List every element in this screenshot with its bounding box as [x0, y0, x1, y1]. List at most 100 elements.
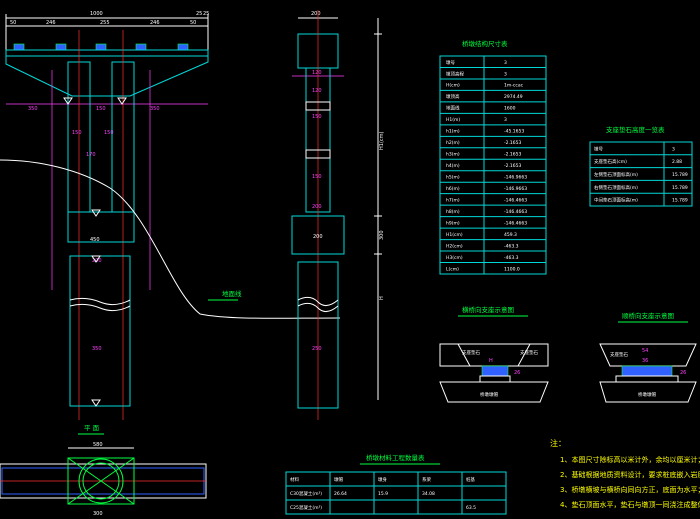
bearing-a-left-label: 支座垫石	[462, 349, 480, 356]
main-table-cell-value: 1100.0	[504, 266, 520, 272]
main-table-cell-label: h6(m)	[446, 186, 460, 192]
main-table-cell-value: -45.1653	[504, 129, 524, 135]
support-table: 支座垫石高度一览表 墩号 3 支座垫石高(cm) 2.88 左侧垫石顶面标高(m) 15.…	[589, 125, 693, 207]
main-table-cell-value: 2974.49	[504, 94, 523, 100]
dim-side-cap: 120	[312, 70, 322, 76]
main-table-cell-value: 1m-ccac	[504, 83, 524, 89]
dim-mid-3: 170	[86, 152, 96, 158]
bearing-b-dim-3: 26	[680, 370, 686, 376]
main-table-cell-value: 3	[504, 71, 507, 77]
main-table-cell-value: -146.4663	[504, 209, 527, 215]
dim-side-vert-2: 300	[379, 230, 385, 240]
main-table-cell-label: 墩号	[446, 59, 455, 66]
dim-elev-top-total: 1000	[90, 11, 103, 17]
main-table-cell-label: h5(m)	[446, 175, 460, 181]
dim-side-inner-1: 120	[312, 88, 322, 94]
plan-view: 平 面 580 300	[0, 424, 207, 517]
main-table-cell-label: 墩顶高	[446, 93, 460, 100]
bearing-b-left-label: 支座垫石	[610, 351, 628, 358]
support-table-cell-value: 15.789	[672, 185, 688, 191]
main-table-cell-value: 459.3	[504, 232, 517, 238]
quantity-table-cell: 63.5	[466, 505, 476, 511]
notes-block: 注： 1、本图尺寸除标高以米计外，余均以厘米计； 2、基础根据地质资料设计，要求…	[550, 438, 700, 509]
quantity-table-cell: 34.08	[422, 491, 435, 497]
main-table-cell-label: H1(m)	[446, 117, 460, 123]
dim-elev-top-5: 50	[190, 20, 196, 26]
main-table-cell-label: H1(cm)	[446, 232, 463, 238]
note-4: 4、垫石顶面水平，垫石与墩顶一同浇注成整体；	[560, 500, 700, 509]
dim-mid-2: 150	[104, 130, 114, 136]
bearing-b-dim-1: 54	[642, 348, 648, 354]
dim-side-vert-1: H1(cm)	[379, 131, 385, 150]
main-table-cell-value: -463.3	[504, 255, 519, 261]
elevation-bearings	[13, 43, 189, 51]
dim-elev-top-3: 255	[100, 20, 110, 26]
main-table-cell-label: 地面线	[446, 105, 460, 112]
quantity-table-cell: 桩基	[466, 476, 475, 483]
dim-cap-right: 350	[150, 106, 160, 112]
quantity-table-title: 桥墩材料工程数量表	[366, 453, 425, 462]
support-table-cell-label: 左侧垫石顶面标高(m)	[594, 171, 638, 178]
note-2: 2、基础根据地质资料设计，要求桩底嵌入岩层深度不	[560, 470, 700, 479]
quantity-table-cell: 材料	[290, 476, 299, 483]
main-table-title: 桥墩结构尺寸表	[462, 39, 508, 48]
main-table-cell-value: -463.3	[504, 243, 519, 249]
dim-bottom-1: 450	[90, 237, 100, 243]
main-table-cell-label: H2(cm)	[446, 243, 463, 249]
bearing-b-base-label: 桥墩墩帽	[638, 391, 656, 398]
bearing-a-right-label: 支座垫石	[520, 349, 538, 356]
main-dimension-table: 桥墩结构尺寸表 墩号 3 墩顶高程 3 H(cm) 1m-ccac 墩顶高 2974.49 地面…	[439, 39, 547, 275]
main-table-cell-label: h1(m)	[446, 129, 460, 135]
quantity-table-cell: C25混凝土(m³)	[290, 504, 322, 511]
dim-elev-top-6: 25	[196, 11, 202, 17]
quantity-table-rows: 材料 墩帽 墩身 系梁 桩基 C30混凝土(m³) 26.64 15.9 34.08 C25混凝土…	[286, 472, 506, 514]
note-1: 1、本图尺寸除标高以米计外，余均以厘米计；	[560, 455, 700, 464]
main-table-cell-label: L(cm)	[446, 266, 459, 272]
main-table-rows: 墩号 3 墩顶高程 3 H(cm) 1m-ccac 墩顶高 2974.49 地面线 1600 H1(…	[440, 59, 546, 272]
dim-side-inner-2: 150	[312, 114, 322, 120]
note-3: 3、桥墩横坡与横桥向同向方正，底面为水平；施测	[560, 485, 700, 494]
bearing-a-dim-h: H	[489, 358, 493, 364]
main-table-cell-value: -146.4663	[504, 197, 527, 203]
support-table-title: 支座垫石高度一览表	[606, 125, 665, 134]
section-a: 横桥向支座示意图 支座垫石 支座垫石 H 桥墩墩帽 26	[439, 305, 549, 403]
support-table-cell-value: 15.789	[672, 198, 688, 204]
main-table-cell-value: -2.1653	[504, 163, 522, 169]
dim-cap-left: 350	[28, 106, 38, 112]
dim-elev-top-1: 50	[10, 20, 16, 26]
main-table-cell-value: 3	[504, 117, 507, 123]
support-table-cell-value: 3	[672, 146, 675, 152]
support-table-cell-value: 2.88	[672, 159, 682, 165]
elevation-view: 1000 50 246 255 246 50 25 25 350 350 150…	[5, 11, 209, 420]
quantity-table-cell: 系梁	[422, 476, 431, 483]
section-b-title: 顺桥向支座示意图	[622, 311, 674, 320]
dim-side-inner-4: 200	[312, 204, 322, 210]
main-table-cell-label: h9(m)	[446, 220, 460, 226]
section-b: 顺桥向支座示意图 支座垫石 54 36 桥墩墩帽 26	[599, 311, 697, 403]
dim-side-top: 200	[311, 11, 321, 17]
main-table-cell-label: h7(m)	[446, 197, 460, 203]
dim-elev-top-2: 246	[46, 20, 56, 26]
main-table-cell-label: h3(m)	[446, 152, 460, 158]
cad-drawing-canvas: 1000 50 246 255 246 50 25 25 350 350 150…	[0, 0, 700, 519]
main-table-cell-label: H(cm)	[446, 83, 460, 89]
quantity-table-cell: 26.64	[334, 491, 347, 497]
quantity-table: 桥墩材料工程数量表 材料 墩帽 墩身 系梁 桩基 C30混凝土(m³) 26.64 15.9 3…	[285, 453, 507, 515]
support-table-rows: 墩号 3 支座垫石高(cm) 2.88 左侧垫石顶面标高(m) 15.789 右侧垫石顶面标…	[590, 145, 692, 204]
dim-bottom-2: 350	[92, 346, 102, 352]
main-table-cell-value: -146.4663	[504, 220, 527, 226]
support-table-cell-value: 15.789	[672, 172, 688, 178]
main-table-cell-value: 1600	[504, 106, 516, 112]
ground-line-label: 地面线	[222, 289, 242, 298]
ground-line	[0, 159, 341, 319]
main-table-cell-label: h8(m)	[446, 209, 460, 215]
bearing-a-base-label: 桥墩墩帽	[480, 391, 498, 398]
plan-dim-1: 580	[93, 442, 103, 448]
dim-cap-mid: 150	[96, 106, 106, 112]
quantity-table-cell: 墩帽	[334, 476, 343, 483]
pier-cap-outline	[5, 49, 209, 97]
support-table-cell-label: 中间垫石顶面标高(m)	[594, 197, 638, 204]
quantity-table-cell: 墩身	[378, 476, 387, 483]
plan-title: 平 面	[84, 424, 100, 432]
quantity-table-cell: 15.9	[378, 491, 388, 497]
